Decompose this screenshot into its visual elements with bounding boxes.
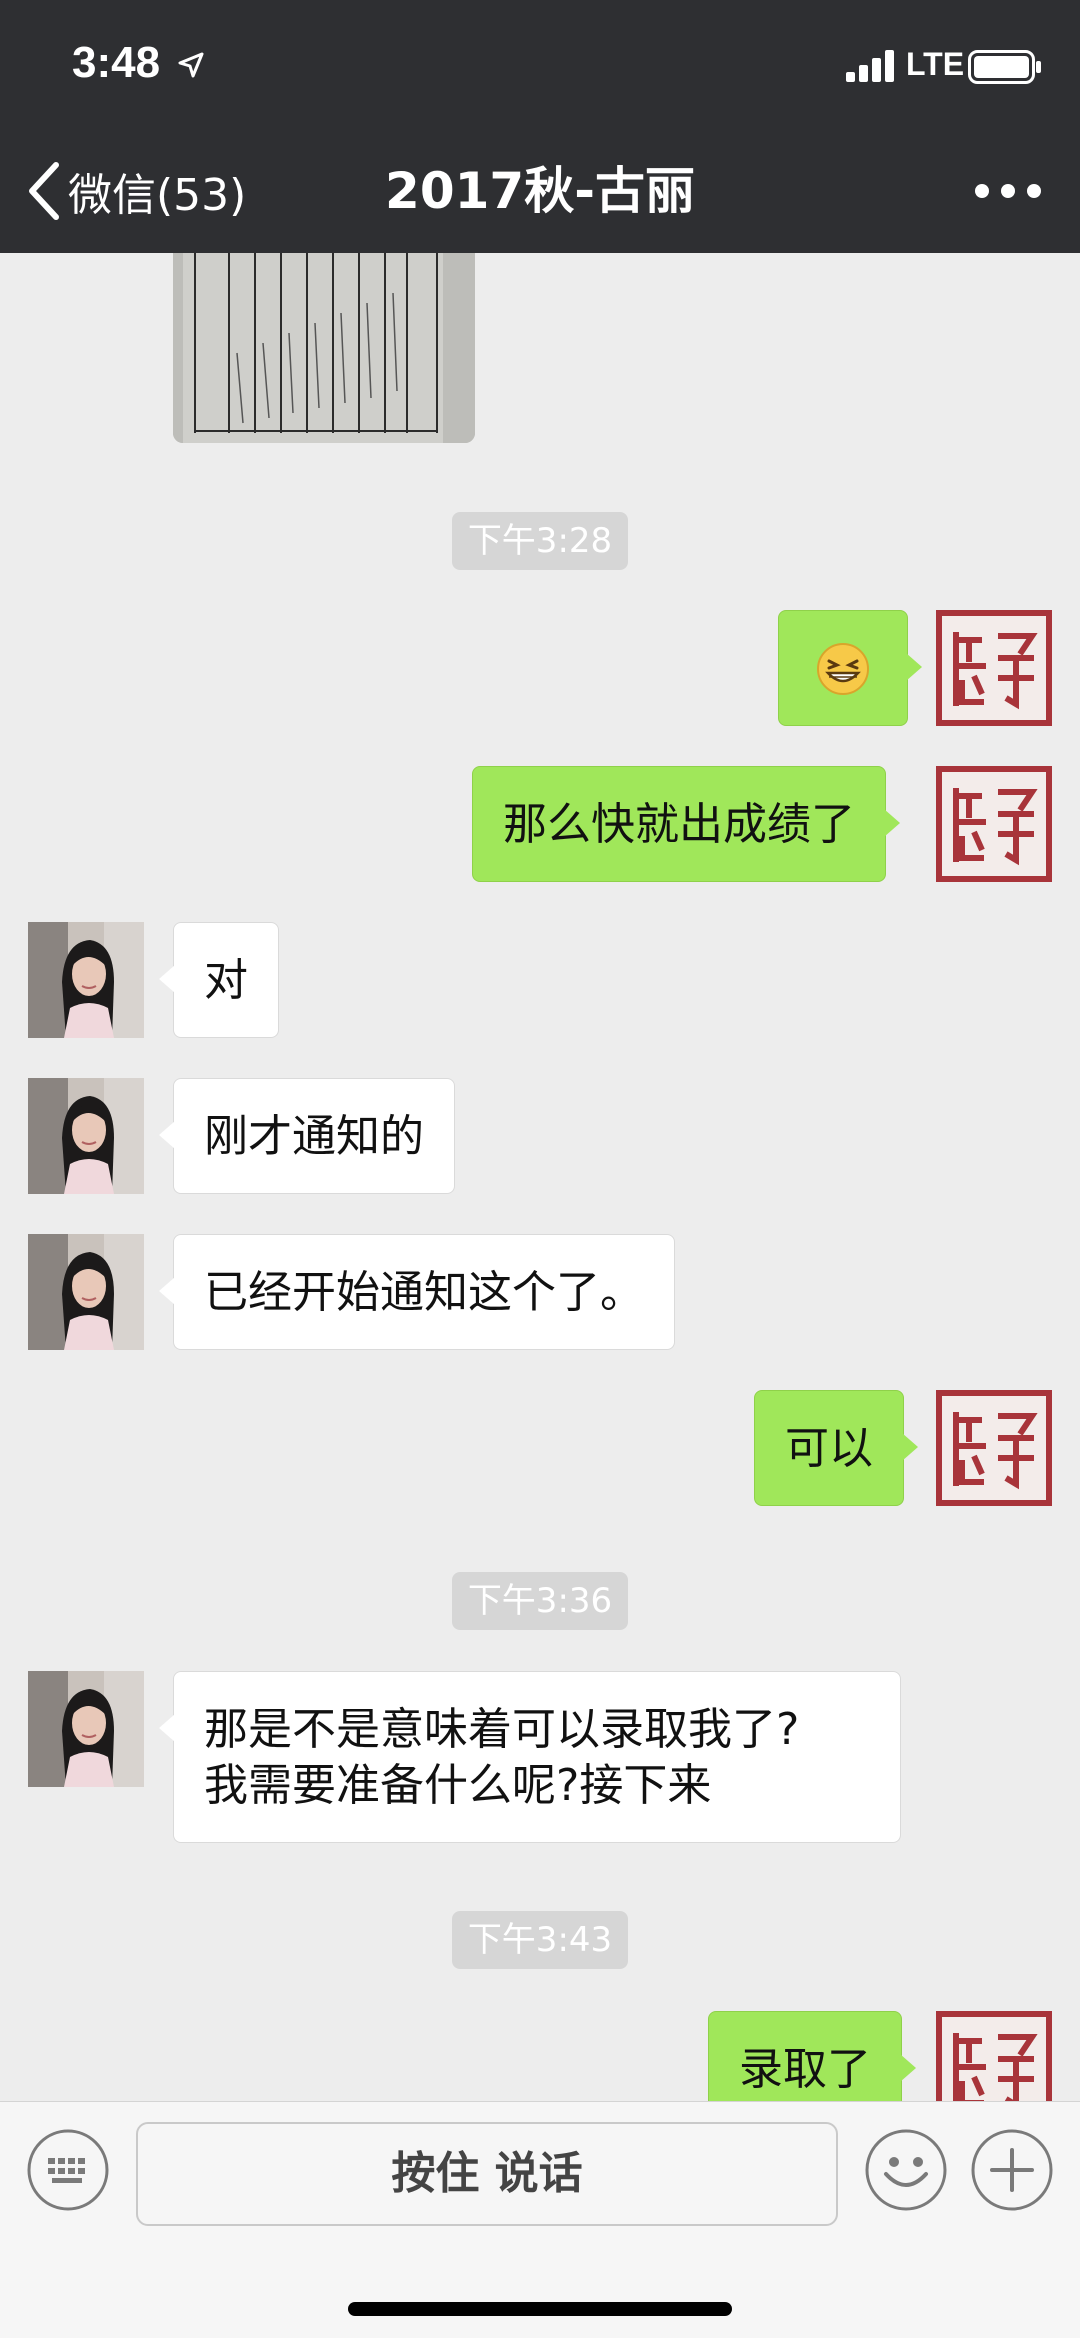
home-indicator[interactable] (348, 2302, 732, 2316)
battery-icon (968, 50, 1041, 84)
sent-message[interactable]: 可以 (754, 1390, 918, 1506)
sent-message-emoji[interactable] (778, 610, 922, 726)
timestamp: 下午3:36 (452, 1572, 628, 1630)
image-message[interactable] (173, 253, 475, 443)
top-bar: 3:48 LTE 微信(53) 2017秋-古丽 (0, 0, 1080, 253)
my-avatar[interactable] (936, 1390, 1052, 1506)
more-dots-icon[interactable] (972, 176, 1044, 206)
status-time: 3:48 (72, 38, 161, 87)
timestamp: 下午3:43 (452, 1911, 628, 1969)
my-avatar[interactable] (936, 610, 1052, 726)
smiley-icon[interactable] (864, 2128, 948, 2212)
keyboard-icon[interactable] (26, 2128, 110, 2212)
sent-message[interactable]: 录取了 (708, 2011, 916, 2101)
input-bar: 按住 说话 (0, 2101, 1080, 2338)
timestamp: 下午3:28 (452, 512, 628, 570)
signal-bars-icon (846, 50, 894, 82)
document-photo (173, 253, 475, 443)
sent-message[interactable]: 那么快就出成绩了 (472, 766, 900, 882)
received-message[interactable]: 对 (159, 922, 279, 1038)
chat-messages[interactable]: 下午3:28 那么快就出成绩了 对 刚才通知的 已经开始通知这个了。 可以 下午… (0, 253, 1080, 2101)
received-message[interactable]: 刚才通知的 (159, 1078, 455, 1194)
contact-avatar[interactable] (28, 1671, 144, 1787)
received-message[interactable]: 那是不是意味着可以录取我了? 我需要准备什么呢?接下来 (159, 1671, 901, 1843)
grinning-emoji (817, 643, 869, 695)
contact-avatar[interactable] (28, 1234, 144, 1350)
contact-avatar[interactable] (28, 1078, 144, 1194)
my-avatar[interactable] (936, 2011, 1052, 2101)
hold-to-talk-button[interactable]: 按住 说话 (136, 2122, 838, 2226)
chat-title: 2017秋-古丽 (385, 162, 695, 220)
received-message[interactable]: 已经开始通知这个了。 (159, 1234, 675, 1350)
location-arrow-icon (178, 52, 204, 78)
plus-icon[interactable] (970, 2128, 1054, 2212)
network-label: LTE (906, 46, 965, 82)
my-avatar[interactable] (936, 766, 1052, 882)
contact-avatar[interactable] (28, 922, 144, 1038)
